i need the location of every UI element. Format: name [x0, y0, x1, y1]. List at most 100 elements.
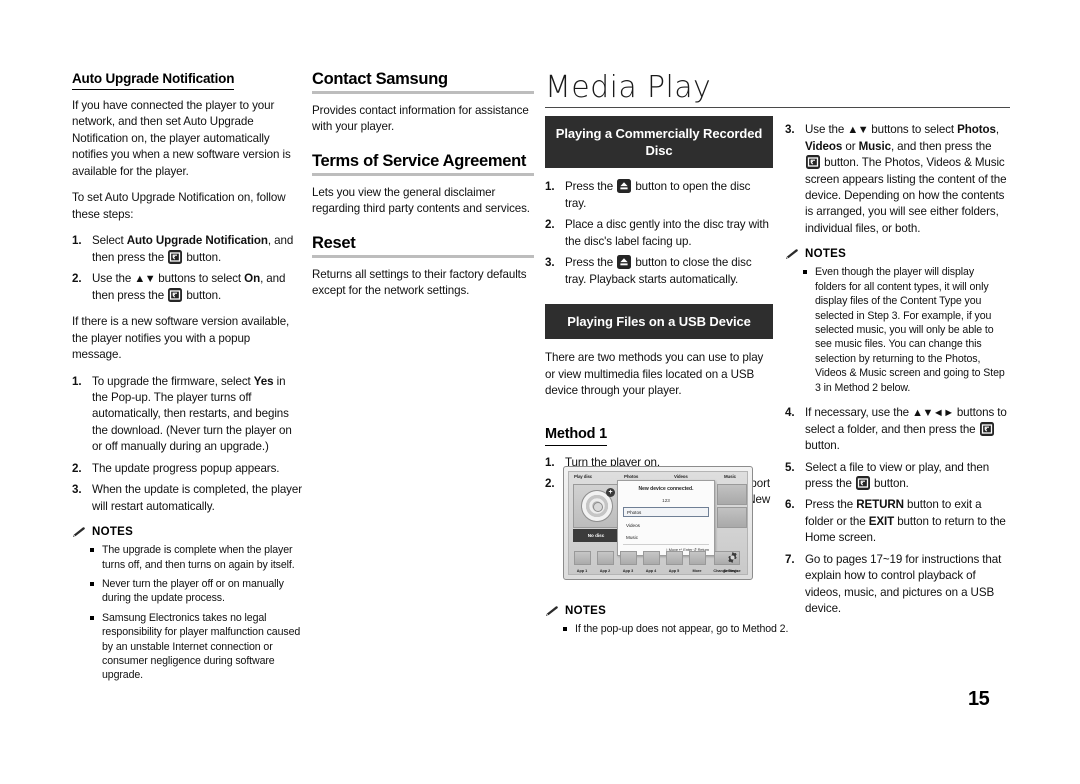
pencil-icon: [72, 526, 86, 538]
paragraph-reset: Returns all settings to their factory de…: [312, 267, 527, 298]
step-emphasis: Photos: [957, 123, 996, 136]
tv-app-label-4: App 4: [645, 568, 657, 573]
column-settings-sections: Contact Samsung Provides contact informa…: [312, 70, 534, 310]
tv-app-label-more: More: [692, 568, 702, 573]
list-usb-continued: 3. Use the ▲▼ buttons to select Photos, V…: [785, 122, 1007, 237]
pencil-icon: [785, 249, 799, 260]
list-item: 5. Select a file to view or play, and the…: [785, 460, 1007, 493]
page-title-block: Media Play: [545, 72, 1010, 108]
paragraph-auto-upgrade-intro: If you have connected the player to your…: [72, 99, 291, 178]
tv-app-tile-3: [620, 551, 637, 565]
step-text: buttons to select: [155, 272, 245, 286]
popup-option-music[interactable]: Music: [623, 533, 709, 541]
list-disc-playback: 1. Press the button to open the disc tray…: [545, 179, 773, 288]
step-text: button.: [183, 250, 222, 264]
tv-screen-illustration: Play disc Photos Videos Music + No disc …: [563, 466, 753, 580]
tv-tile-play-disc: +: [573, 484, 619, 528]
step-text: Use the: [805, 123, 848, 136]
list-item: 2. Use the ▲▼ buttons to select On, and t…: [72, 271, 302, 304]
list-item: 4. If necessary, use the ▲▼◄► buttons to …: [785, 405, 1007, 455]
notes-heading: NOTES: [785, 248, 1007, 260]
step-emphasis: Yes: [253, 374, 274, 388]
step-number: 4.: [785, 405, 795, 419]
step-text: buttons to select: [868, 123, 958, 136]
step-number: 2.: [72, 272, 82, 286]
list-item: 2. Place a disc gently into the disc tray…: [545, 217, 773, 250]
step-text: Use the: [92, 272, 135, 286]
direction-arrows-icon: ▲▼◄►: [912, 406, 954, 419]
enter-button-icon: [979, 421, 994, 436]
notes-list: The upgrade is complete when the player …: [72, 543, 302, 683]
step-number: 2.: [545, 477, 555, 490]
list-item: 3. Use the ▲▼ buttons to select Photos, V…: [785, 122, 1007, 237]
heading-rule: [312, 254, 534, 258]
updown-arrows-icon: ▲▼: [847, 124, 869, 136]
banner-line-1: Playing a Commercially Recorded: [555, 126, 763, 141]
list-auto-upgrade-setup: 1. Select Auto Upgrade Notification, and …: [72, 233, 302, 304]
tv-app-tile-more: [689, 551, 706, 565]
popup-option-photos[interactable]: Photos: [623, 507, 709, 517]
list-item: 6. Press the RETURN button to exit a fold…: [785, 497, 1007, 546]
step-number: 1.: [72, 374, 82, 388]
tv-app-tile-4: [643, 551, 660, 565]
step-number: 3.: [785, 123, 795, 136]
pencil-icon: [545, 605, 559, 617]
list-item: 1. To upgrade the firmware, select Yes in…: [72, 374, 302, 456]
section-contact-samsung: Contact Samsung Provides contact informa…: [312, 70, 534, 136]
tv-app-label-3: App 3: [622, 568, 634, 573]
manual-page: Auto Upgrade Notification If you have co…: [0, 0, 1080, 784]
column-auto-upgrade: Auto Upgrade Notification If you have co…: [72, 70, 302, 688]
tv-no-disc-label: No disc: [573, 529, 619, 542]
page-number: 15: [968, 688, 990, 710]
tv-label-videos: Videos: [674, 474, 688, 479]
enter-button-icon: [855, 475, 870, 490]
tv-label-music: Music: [724, 474, 736, 479]
tv-app-label-2: App 2: [599, 568, 611, 573]
list-item: 7. Go to pages 17~19 for instructions tha…: [785, 552, 1007, 618]
step-number: 7.: [785, 552, 795, 566]
section-reset: Reset Returns all settings to their fact…: [312, 234, 534, 300]
step-number: 5.: [785, 460, 795, 474]
step-emphasis: EXIT: [868, 514, 895, 528]
banner-playing-usb-files: Playing Files on a USB Device: [545, 304, 773, 340]
notes-block-method-1: NOTES If the pop-up does not appear, go …: [545, 594, 795, 641]
list-item: 1. Press the button to open the disc tray…: [545, 179, 773, 212]
tv-app-label-5: App 5: [668, 568, 680, 573]
notes-heading: NOTES: [72, 526, 302, 538]
step-text: Place a disc gently into the disc tray w…: [565, 218, 769, 248]
paragraph-new-version-available: If there is a new software version avail…: [72, 315, 290, 362]
enter-button-icon: [168, 249, 183, 264]
heading-rule: [312, 91, 534, 94]
notes-label: NOTES: [805, 248, 847, 261]
tv-app-tile-1: [574, 551, 591, 565]
step-text: When the update is completed, the player…: [92, 483, 302, 513]
step-number: 6.: [785, 498, 795, 512]
section-terms-of-service: Terms of Service Agreement Lets you view…: [312, 152, 534, 218]
list-firmware-upgrade: 1. To upgrade the firmware, select Yes in…: [72, 374, 302, 516]
step-emphasis: Music: [858, 139, 891, 153]
step-number: 1.: [545, 180, 555, 194]
tv-screen-inner: Play disc Photos Videos Music + No disc …: [568, 471, 748, 575]
popup-title: New device connected.: [638, 486, 694, 492]
page-title: Media Play: [545, 70, 712, 105]
step-text: ,: [995, 123, 999, 136]
tv-app-tile-5: [666, 551, 683, 565]
step-text: button.: [805, 439, 840, 453]
step-emphasis: Videos: [805, 139, 843, 153]
banner-playing-commercial-disc: Playing a Commercially Recorded Disc: [545, 116, 773, 169]
step-text: button.: [183, 288, 222, 302]
paragraph-usb-intro: There are two methods you can use to pla…: [545, 351, 764, 398]
popup-option-videos[interactable]: Videos: [623, 521, 709, 529]
step-text: If necessary, use the: [805, 405, 913, 419]
step-emphasis: RETURN: [856, 498, 904, 512]
step-text: , and then press the: [890, 139, 992, 153]
notes-list: If the pop-up does not appear, go to Met…: [545, 622, 795, 636]
step-text: Press the: [565, 180, 617, 194]
paragraph-contact-samsung: Provides contact information for assista…: [312, 104, 529, 134]
enter-button-icon: [806, 155, 820, 170]
notes-label: NOTES: [92, 526, 134, 539]
step-emphasis: Auto Upgrade Notification: [126, 234, 268, 248]
step-text: To upgrade the firmware, select: [92, 374, 254, 388]
paragraph-terms-of-service: Lets you view the general disclaimer reg…: [312, 185, 530, 216]
eject-button-icon: [617, 179, 632, 194]
